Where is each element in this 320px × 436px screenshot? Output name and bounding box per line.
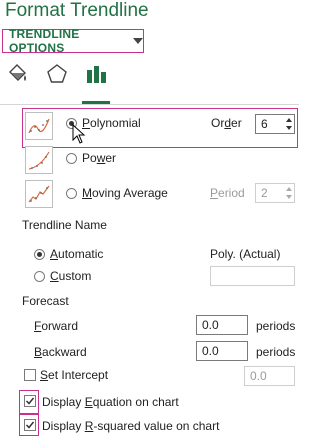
checkmark-icon [25, 421, 35, 429]
polynomial-trend-thumbnail [25, 112, 53, 140]
backward-label: Backward [34, 345, 87, 359]
power-label: Power [82, 151, 117, 165]
trendline-options-dropdown[interactable]: TRENDLINE OPTIONS [2, 27, 144, 55]
increment-icon[interactable] [286, 118, 292, 122]
mouse-cursor-icon [72, 124, 86, 144]
display-equation-checkbox[interactable] [24, 395, 36, 407]
display-equation-label: Display Equation on chart [42, 395, 179, 409]
power-trend-thumbnail [25, 146, 53, 174]
automatic-name-radio[interactable] [34, 249, 45, 260]
pane-title: Format Trendline [5, 0, 149, 21]
display-rsquared-label: Display R-squared value on chart [42, 419, 220, 433]
increment-icon[interactable] [286, 187, 292, 191]
trendline-name-heading: Trendline Name [22, 218, 107, 232]
power-radio[interactable] [66, 153, 77, 164]
order-stepper[interactable]: 6 [255, 114, 295, 134]
set-intercept-label: Set Intercept [40, 368, 109, 382]
period-value: 2 [261, 186, 268, 200]
forecast-heading: Forecast [22, 294, 69, 308]
period-stepper[interactable]: 2 [255, 183, 295, 203]
custom-name-input[interactable] [210, 266, 295, 286]
effects-icon[interactable] [45, 62, 69, 86]
display-rsquared-checkbox[interactable] [24, 419, 36, 431]
decrement-icon[interactable] [286, 195, 292, 199]
chevron-down-icon [133, 38, 143, 44]
period-label: Period [210, 186, 245, 200]
intercept-input[interactable]: 0.0 [244, 366, 295, 386]
moving-average-radio[interactable] [66, 188, 77, 199]
trendline-options-label: TRENDLINE OPTIONS [9, 27, 80, 55]
polynomial-label: Polynomial [82, 116, 141, 130]
fill-line-icon[interactable] [6, 62, 30, 86]
forward-input[interactable]: 0.0 [196, 315, 248, 335]
tab-divider [0, 104, 299, 105]
automatic-name-label: Automatic [50, 247, 104, 261]
custom-name-label: Custom [50, 269, 92, 283]
backward-unit: periods [256, 345, 296, 359]
trendline-options-icon[interactable] [84, 62, 108, 86]
custom-name-radio[interactable] [34, 271, 45, 282]
automatic-name-value: Poly. (Actual) [210, 247, 281, 261]
backward-input[interactable]: 0.0 [196, 341, 248, 361]
forward-label: Forward [34, 319, 79, 333]
moving-average-trend-thumbnail [25, 180, 53, 208]
set-intercept-checkbox[interactable] [24, 369, 36, 381]
moving-average-label: Moving Average [82, 186, 168, 200]
checkmark-icon [25, 397, 35, 405]
forward-unit: periods [256, 319, 296, 333]
decrement-icon[interactable] [286, 126, 292, 130]
order-label: Order [211, 116, 242, 130]
order-value: 6 [261, 117, 268, 131]
